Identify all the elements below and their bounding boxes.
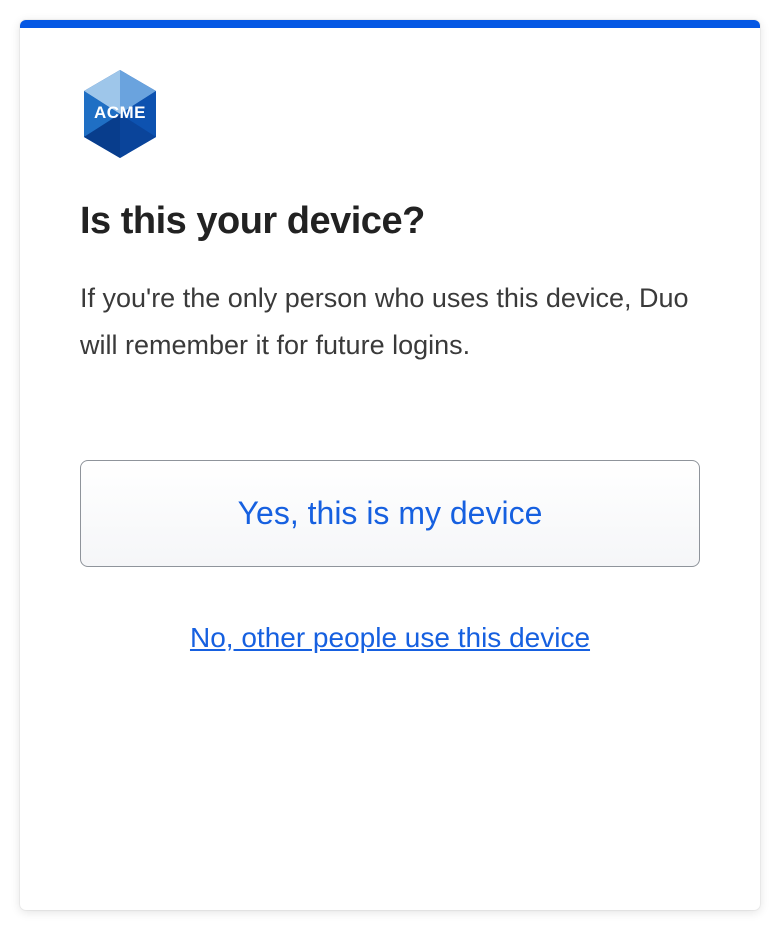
- page-description: If you're the only person who uses this …: [80, 275, 700, 370]
- acme-logo-icon: ACME: [80, 68, 160, 160]
- logo-text: ACME: [94, 103, 146, 122]
- page-title: Is this your device?: [80, 200, 700, 243]
- device-trust-dialog: ACME Is this your device? If you're the …: [20, 20, 760, 910]
- yes-my-device-button[interactable]: Yes, this is my device: [80, 460, 700, 567]
- no-shared-device-link[interactable]: No, other people use this device: [80, 622, 700, 654]
